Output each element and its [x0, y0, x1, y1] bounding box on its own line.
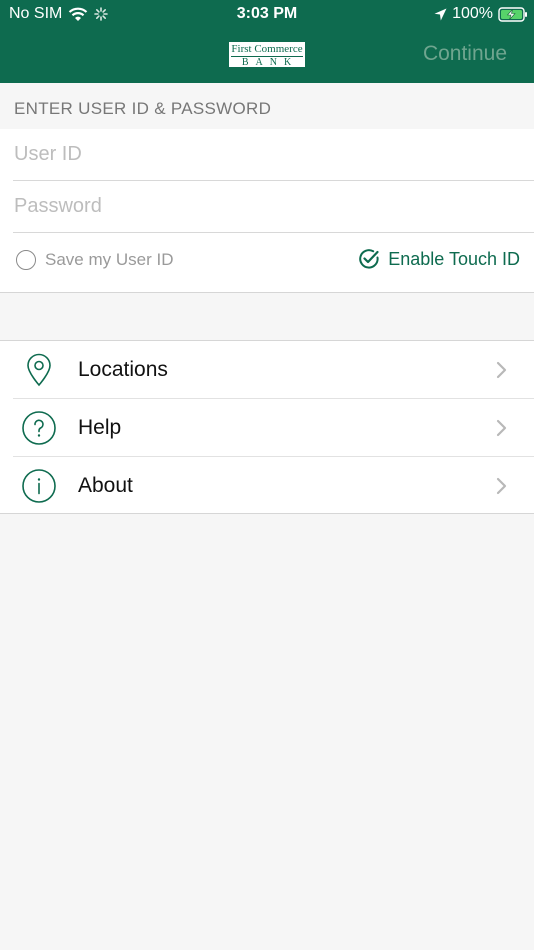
login-panel: User ID Password Save my User ID Enable …	[0, 129, 534, 293]
menu-item-label: About	[78, 474, 133, 497]
menu-list: Locations Help About	[0, 340, 534, 514]
location-arrow-icon	[434, 8, 447, 20]
enable-touch-id-toggle[interactable]: Enable Touch ID	[358, 248, 520, 270]
password-field[interactable]: Password	[13, 181, 534, 233]
menu-item-help[interactable]: Help	[0, 399, 534, 457]
enable-touch-id-label: Enable Touch ID	[388, 248, 520, 269]
status-bar: No SIM 3:03 PM 100%	[0, 0, 534, 28]
continue-button[interactable]: Continue	[423, 42, 507, 66]
bank-logo: First Commerce BANK	[228, 41, 306, 68]
menu-item-about[interactable]: About	[0, 457, 534, 515]
logo-line-2: BANK	[241, 57, 299, 68]
menu-item-locations[interactable]: Locations	[0, 341, 534, 399]
menu-item-label: Help	[78, 416, 122, 439]
chevron-right-icon	[496, 477, 507, 495]
save-user-id-toggle[interactable]: Save my User ID	[16, 250, 173, 270]
menu-item-label: Locations	[78, 358, 168, 381]
question-circle-icon	[22, 411, 56, 445]
chevron-right-icon	[496, 419, 507, 437]
status-right: 100%	[434, 5, 528, 23]
chevron-right-icon	[496, 361, 507, 379]
save-user-id-radio[interactable]	[16, 250, 36, 270]
check-circle-icon	[359, 249, 379, 269]
location-pin-icon	[27, 353, 51, 387]
login-section-label: ENTER USER ID & PASSWORD	[14, 99, 272, 118]
user-id-field[interactable]: User ID	[13, 129, 534, 181]
battery-percent: 100%	[452, 5, 493, 22]
logo-line-1: First Commerce	[231, 43, 303, 57]
save-user-id-label: Save my User ID	[45, 250, 174, 269]
app-header: No SIM 3:03 PM 100% First Commerce BANK …	[0, 0, 534, 83]
info-circle-icon	[22, 469, 56, 503]
nav-bar: First Commerce BANK Continue	[0, 28, 534, 83]
battery-charging-icon	[498, 6, 527, 22]
